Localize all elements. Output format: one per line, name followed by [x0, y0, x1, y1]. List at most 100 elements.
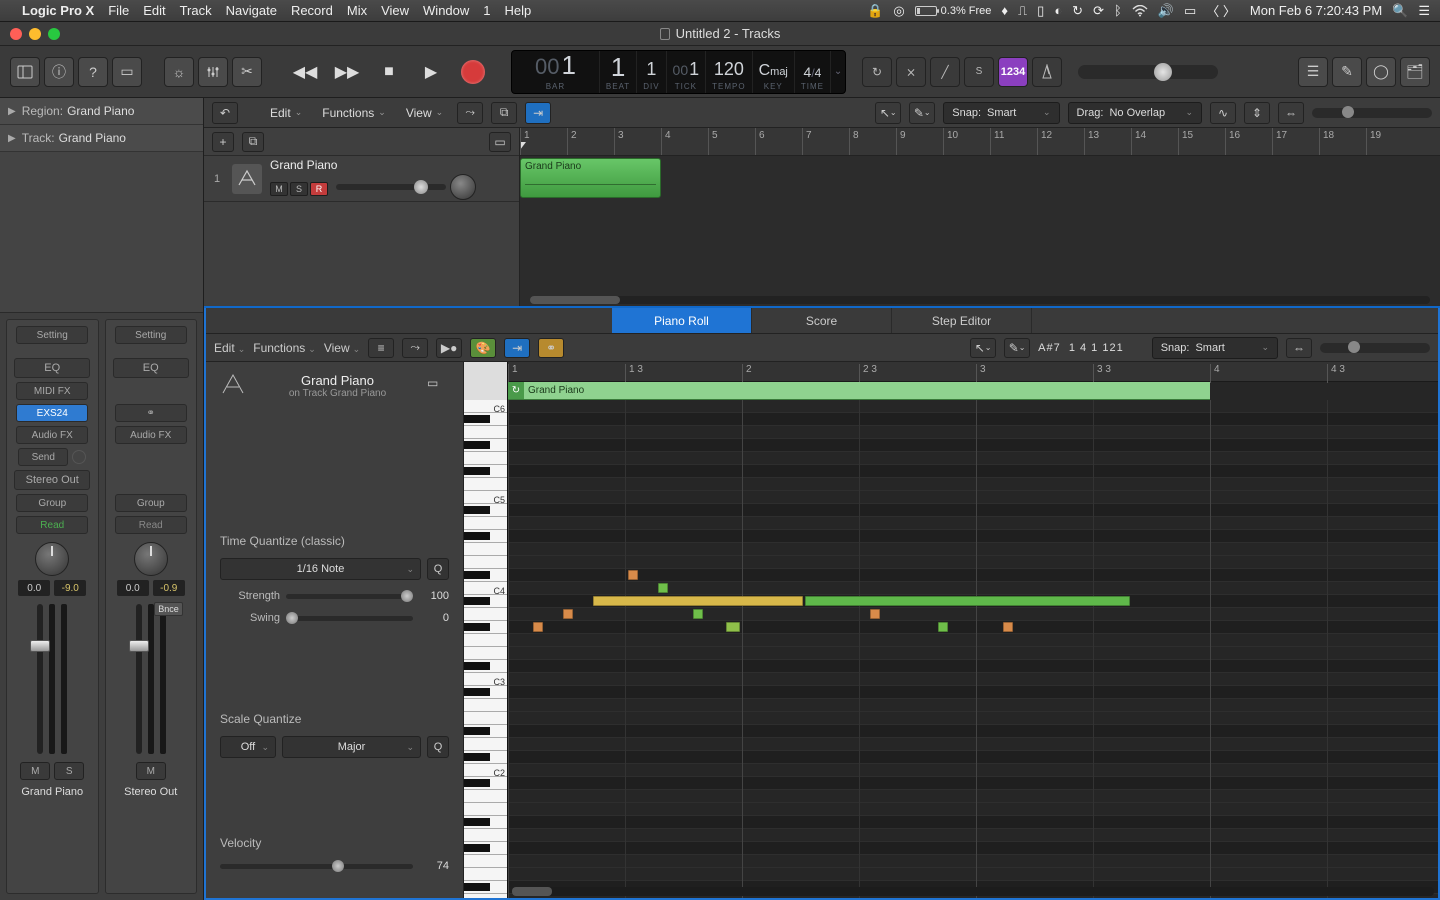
ruler-tick[interactable]: 10	[943, 128, 958, 155]
menu-navigate[interactable]: Navigate	[226, 3, 277, 18]
lcd-sig-den[interactable]: 4	[815, 66, 822, 80]
forward-button[interactable]: ▶▶	[330, 57, 364, 87]
track-solo-button[interactable]: S	[290, 182, 308, 196]
menu-mix[interactable]: Mix	[347, 3, 367, 18]
disclosure-triangle-icon[interactable]: ▶	[8, 106, 16, 117]
editor-tab-step-editor[interactable]: Step Editor	[892, 308, 1032, 333]
editor-functions-menu[interactable]: Functions⌄	[253, 341, 316, 355]
strength-slider[interactable]	[286, 594, 413, 599]
library-button[interactable]	[10, 57, 40, 87]
ruler-tick[interactable]: 3 3	[1093, 364, 1111, 383]
menu-extra-icon[interactable]: 🔒	[867, 3, 883, 19]
menu-view[interactable]: View	[381, 3, 409, 18]
drag-menu[interactable]: Drag: No Overlap⌄	[1068, 102, 1202, 124]
help-button[interactable]: ?	[78, 57, 108, 87]
ruler-tick[interactable]: 19	[1366, 128, 1381, 155]
inspector-region-row[interactable]: ▶ Region: Grand Piano	[0, 98, 203, 125]
notepad-button[interactable]: ✎	[1332, 57, 1362, 87]
automation-button[interactable]: ⤳	[402, 338, 428, 358]
piano-roll-ruler[interactable]: 11 322 333 344 3	[508, 362, 1438, 382]
mute-button[interactable]: M	[136, 762, 166, 780]
midi-note[interactable]	[658, 583, 668, 593]
arrange-grid[interactable]: 12345678910111213141516171819 Grand Pian…	[520, 128, 1440, 306]
global-tracks-button[interactable]: ▭	[489, 132, 511, 152]
menu-window[interactable]: Window	[423, 3, 469, 18]
catch-content-button[interactable]: ▭	[427, 376, 449, 396]
swing-slider[interactable]	[286, 616, 413, 621]
group-slot[interactable]: Group	[16, 494, 88, 512]
midi-note[interactable]	[726, 622, 740, 632]
duplicate-track-button[interactable]: ⧉	[242, 132, 264, 152]
menu-file[interactable]: File	[108, 3, 129, 18]
menu-1[interactable]: 1	[483, 3, 490, 18]
track-icon[interactable]	[232, 164, 262, 194]
catch-playhead-button[interactable]: ⇥	[504, 338, 530, 358]
pan-knob[interactable]	[134, 542, 168, 576]
ruler-tick[interactable]: 13	[1084, 128, 1099, 155]
menubar-clock[interactable]: Mon Feb 6 7:20:43 PM	[1250, 3, 1382, 18]
horizontal-scrollbar[interactable]	[530, 296, 1430, 304]
pointer-tool[interactable]: ↖⌄	[875, 102, 901, 124]
lcd-div[interactable]: 1	[646, 59, 656, 80]
inspector-track-row[interactable]: ▶ Track: Grand Piano	[0, 125, 203, 152]
menu-extra-icon[interactable]: ↻	[1072, 3, 1083, 19]
track-name[interactable]: Grand Piano	[270, 158, 476, 172]
track-pan-knob[interactable]	[450, 174, 476, 200]
ruler-tick[interactable]: 2 3	[859, 364, 877, 383]
midi-note[interactable]	[628, 570, 638, 580]
editor-view-menu[interactable]: View⌄	[324, 341, 360, 355]
stop-button[interactable]: ■	[372, 57, 406, 87]
lcd-tick[interactable]: 1	[689, 59, 699, 80]
document-proxy-icon[interactable]	[660, 28, 670, 40]
loop-browser-button[interactable]: ◯	[1366, 57, 1396, 87]
eq-slot[interactable]: EQ	[113, 358, 189, 378]
disclosure-triangle-icon[interactable]: ▶	[8, 133, 16, 144]
ruler-tick[interactable]: 4	[1210, 364, 1220, 383]
lcd-key[interactable]: C	[759, 62, 771, 79]
autopunch-button[interactable]: ╱	[930, 57, 960, 87]
automation-mode-slot[interactable]: Read	[115, 516, 187, 534]
lcd-bar[interactable]: 1	[561, 52, 575, 78]
spotlight-icon[interactable]: 🔍	[1392, 3, 1408, 19]
editor-zoom-slider[interactable]	[1320, 343, 1430, 353]
ruler-tick[interactable]: 4 3	[1327, 364, 1345, 383]
ruler-tick[interactable]: 3	[614, 128, 624, 155]
replace-button[interactable]: ⨯	[896, 57, 926, 87]
automation-mode-slot[interactable]: Read	[16, 516, 88, 534]
editor-snap-menu[interactable]: Snap: Smart⌄	[1152, 337, 1278, 359]
window-close-button[interactable]	[10, 28, 22, 40]
smart-controls-button[interactable]: ☼	[164, 57, 194, 87]
zoom-fit-button[interactable]: ⇔	[1286, 338, 1312, 358]
send-slot[interactable]: Send	[18, 448, 68, 466]
output-slot[interactable]: Stereo Out	[14, 470, 90, 490]
lcd-display[interactable]: 001 BAR 1BEAT 1DIV 001TICK 120TEMPO Cmaj…	[511, 50, 846, 94]
add-track-button[interactable]: +	[212, 132, 234, 152]
editor-edit-menu[interactable]: Edit⌄	[214, 341, 245, 355]
lcd-beat[interactable]: 1	[611, 54, 625, 80]
track-volume-slider[interactable]	[336, 184, 446, 190]
piano-roll-scrollbar[interactable]	[512, 887, 1434, 896]
ruler-tick[interactable]: 2	[742, 364, 752, 383]
track-header[interactable]: 1 Grand Piano M S R	[204, 156, 519, 202]
quantize-value-menu[interactable]: 1/16 Note⌄	[220, 558, 421, 580]
solo-button[interactable]: S	[54, 762, 84, 780]
ruler-tick[interactable]: 9	[896, 128, 906, 155]
notification-center-icon[interactable]: ☰	[1418, 3, 1430, 19]
midi-region[interactable]: Grand Piano	[520, 158, 661, 198]
scale-root-menu[interactable]: Off⌄	[220, 736, 276, 758]
menu-extra-icon[interactable]: ◎	[893, 3, 904, 19]
scale-quantize-button[interactable]: Q	[427, 736, 449, 758]
metronome-button[interactable]	[1032, 57, 1062, 87]
catch-button[interactable]: ⇥	[525, 102, 551, 124]
menu-edit[interactable]: Edit	[143, 3, 165, 18]
midi-note[interactable]	[870, 609, 880, 619]
midi-note[interactable]	[563, 609, 573, 619]
pointer-tool[interactable]: ↖⌄	[970, 338, 996, 358]
volume-icon[interactable]: 🔊	[1158, 3, 1174, 19]
ruler-tick[interactable]: 8	[849, 128, 859, 155]
link-button[interactable]: ⚭	[538, 338, 564, 358]
editor-tab-score[interactable]: Score	[752, 308, 892, 333]
menu-record[interactable]: Record	[291, 3, 333, 18]
region-header-bar[interactable]: ↻ Grand Piano	[508, 382, 1210, 400]
eq-slot[interactable]: EQ	[14, 358, 90, 378]
